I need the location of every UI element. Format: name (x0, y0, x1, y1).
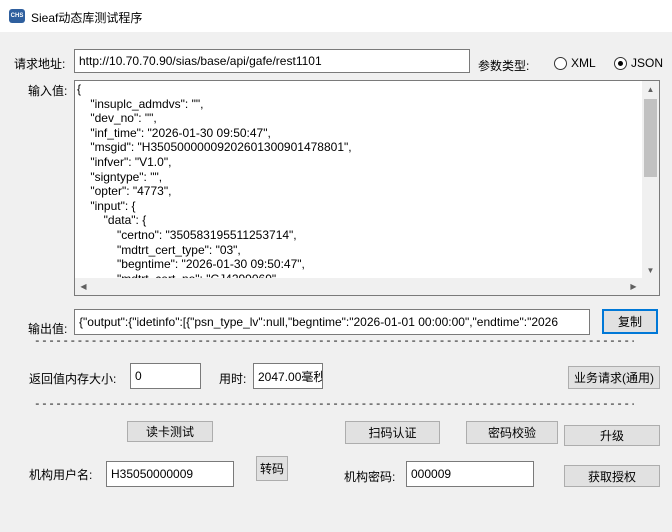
radio-json-label[interactable]: JSON (631, 56, 663, 70)
radio-json-indicator[interactable] (614, 56, 627, 70)
url-input[interactable]: http://10.70.70.90/sias/base/api/gafe/re… (74, 49, 470, 73)
time-label: 用时: (219, 372, 247, 386)
input-label: 输入值: (28, 84, 68, 98)
scroll-up-icon[interactable]: ▲ (642, 81, 659, 98)
read-card-test-button[interactable]: 读卡测试 (127, 421, 213, 442)
input-textarea[interactable]: { "insuplc_admdvs": "", "dev_no": "", "i… (74, 80, 660, 296)
copy-button[interactable]: 复制 (602, 309, 658, 334)
upgrade-button[interactable]: 升级 (564, 425, 660, 446)
output-field[interactable]: {"output":{"idetinfo":[{"psn_type_lv":nu… (74, 309, 590, 335)
scrollbar-corner (642, 278, 659, 295)
org-password-field[interactable]: 000009 (406, 461, 534, 487)
org-password-label: 机构密码: (344, 470, 396, 484)
scroll-right-icon[interactable]: ▶ (625, 278, 642, 295)
param-type-label: 参数类型: (478, 59, 530, 73)
get-authorization-button[interactable]: 获取授权 (564, 465, 660, 487)
window-title: Sieaf动态库测试程序 (31, 11, 143, 25)
vertical-scrollbar[interactable]: ▲ ▼ (642, 81, 659, 279)
input-json-text[interactable]: { "insuplc_admdvs": "", "dev_no": "", "i… (77, 82, 643, 280)
org-user-field[interactable]: H35050000009 (106, 461, 234, 487)
divider-bottom: ----------------------------------------… (34, 399, 634, 411)
radio-xml[interactable]: XML (554, 56, 596, 70)
scroll-thumb[interactable] (644, 99, 657, 177)
org-user-label: 机构用户名: (29, 468, 93, 482)
app-icon: CHS (9, 9, 25, 23)
title-bar: CHS Sieaf动态库测试程序 (0, 0, 672, 32)
time-field[interactable]: 2047.00毫秒 (253, 363, 323, 389)
radio-xml-label[interactable]: XML (571, 56, 596, 70)
scroll-down-icon[interactable]: ▼ (642, 262, 659, 279)
business-request-button[interactable]: 业务请求(通用) (568, 366, 660, 389)
memory-size-field[interactable]: 0 (130, 363, 201, 389)
horizontal-scrollbar[interactable]: ◀ ▶ (75, 278, 642, 295)
radio-json[interactable]: JSON (614, 56, 663, 70)
password-verify-button[interactable]: 密码校验 (466, 421, 558, 444)
output-label: 输出值: (28, 322, 68, 336)
url-label: 请求地址: (14, 57, 66, 71)
divider-top: ----------------------------------------… (34, 336, 634, 348)
memory-size-label: 返回值内存大小: (29, 372, 117, 386)
transcode-button[interactable]: 转码 (256, 456, 288, 481)
scan-auth-button[interactable]: 扫码认证 (345, 421, 440, 444)
scroll-left-icon[interactable]: ◀ (75, 278, 92, 295)
radio-xml-indicator[interactable] (554, 56, 567, 70)
